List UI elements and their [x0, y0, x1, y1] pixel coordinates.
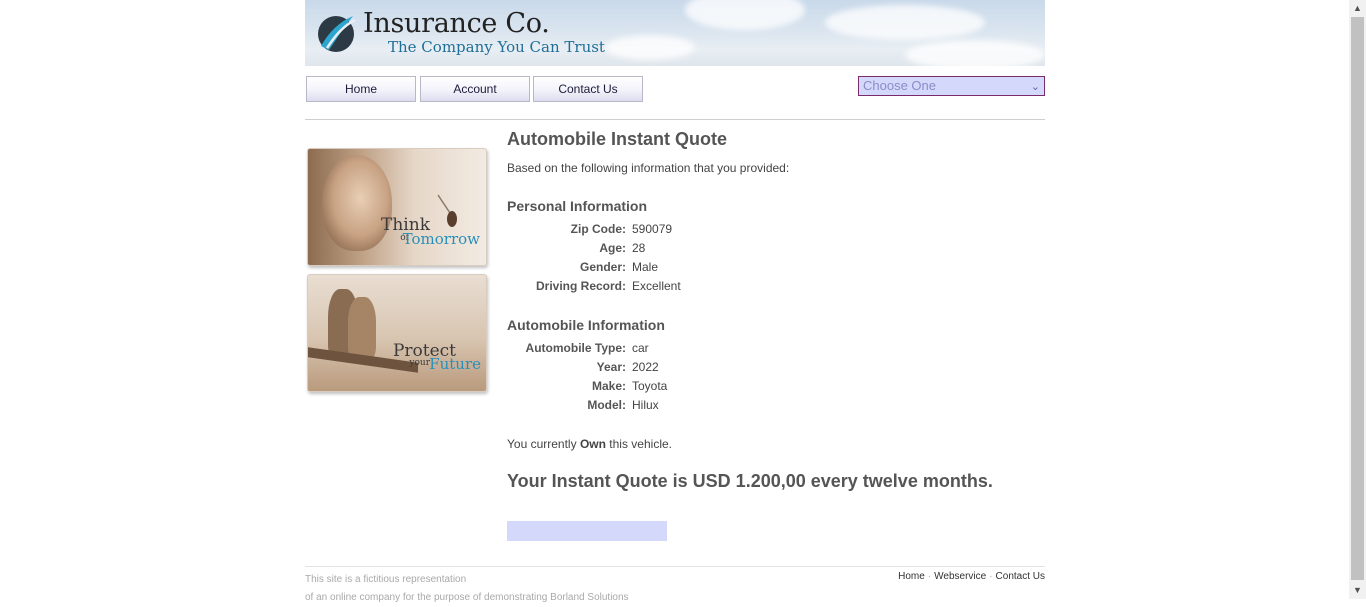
info-value: 2022 [632, 360, 659, 374]
scroll-up-arrow-icon[interactable]: ▲ [1349, 0, 1366, 17]
instant-quote-text: Your Instant Quote is USD 1.200,00 every… [507, 471, 993, 491]
ad2-small: your [409, 358, 430, 368]
info-value: 28 [632, 241, 646, 255]
footer-disclaimer: This site is a fictitious representation… [305, 571, 629, 607]
nav-contact-button[interactable]: Contact Us [533, 76, 643, 102]
page-title: Automobile Instant Quote [507, 129, 727, 149]
automobile-info-heading: Automobile Information [507, 317, 665, 333]
info-value: Toyota [632, 379, 668, 393]
intro-text: Based on the following information that … [507, 161, 790, 175]
info-row-driving-record: Driving Record: Excellent [507, 279, 907, 297]
quote-action-button[interactable] [507, 521, 667, 541]
ad1-line2: Tomorrow [402, 230, 480, 248]
page-container: Insurance Co. The Company You Can Trust … [305, 0, 1045, 603]
footer-link-webservice[interactable]: Webservice [934, 571, 986, 582]
footer-line-1: This site is a fictitious representation [305, 574, 467, 585]
footer-link-home[interactable]: Home [898, 571, 925, 582]
protect-your-future-ad[interactable]: Protect your Future [307, 274, 487, 392]
think-of-tomorrow-ad[interactable]: Think of Tomorrow [307, 148, 487, 266]
footer-line-2: of an online company for the purpose of … [305, 592, 629, 603]
info-value: 590079 [632, 222, 673, 236]
footer-separator: · [989, 571, 993, 582]
info-row-zip: Zip Code: 590079 [507, 222, 907, 240]
footer-divider [305, 566, 1045, 567]
scroll-down-arrow-icon[interactable]: ▼ [1349, 582, 1366, 599]
info-label: Gender: [579, 260, 626, 274]
ownership-prefix: You currently [507, 437, 577, 451]
choose-one-select[interactable]: Choose One ⌄ [858, 76, 1045, 96]
info-label: Zip Code: [570, 222, 626, 236]
footer-links: Home · Webservice · Contact Us [898, 571, 1045, 582]
ownership-text: You currently Own this vehicle. [507, 437, 672, 451]
info-row-year: Year: 2022 [507, 360, 907, 378]
info-label: Age: [599, 241, 626, 255]
ownership-status: Own [579, 437, 606, 451]
info-row-gender: Gender: Male [507, 260, 907, 278]
info-value: car [632, 341, 649, 355]
couple-photo-2 [348, 297, 376, 359]
info-label: Model: [587, 398, 626, 412]
header-banner: Insurance Co. The Company You Can Trust [305, 0, 1045, 66]
info-row-model: Model: Hilux [507, 398, 907, 416]
footer-separator: · [927, 571, 932, 582]
vertical-scrollbar[interactable]: ▲ ▼ [1349, 0, 1366, 599]
nav-account-button[interactable]: Account [420, 76, 530, 102]
info-label: Year: [596, 360, 626, 374]
ad2-line2: Future [429, 355, 481, 373]
info-value: Hilux [632, 398, 659, 412]
info-row-make: Make: Toyota [507, 379, 907, 397]
footer-link-contact[interactable]: Contact Us [996, 571, 1045, 582]
logo-title: Insurance Co. [363, 8, 550, 39]
nav-home-button[interactable]: Home [306, 76, 416, 102]
info-label: Make: [591, 379, 626, 393]
info-row-age: Age: 28 [507, 241, 907, 259]
scrollbar-thumb[interactable] [1351, 17, 1364, 580]
info-row-automobile-type: Automobile Type: car [507, 341, 907, 359]
ownership-suffix: this vehicle. [609, 437, 672, 451]
info-label: Driving Record: [535, 279, 626, 293]
insurance-logo-icon [318, 16, 356, 52]
header-divider [305, 119, 1045, 120]
logo-tagline: The Company You Can Trust [388, 38, 605, 56]
personal-info-heading: Personal Information [507, 198, 648, 214]
info-value: Excellent [632, 279, 681, 293]
chevron-down-icon: ⌄ [1030, 81, 1040, 93]
woman-photo [322, 155, 392, 251]
key-icon [437, 194, 457, 227]
info-value: Male [632, 260, 659, 274]
info-label: Automobile Type: [525, 341, 626, 355]
select-value: Choose One [863, 78, 936, 93]
